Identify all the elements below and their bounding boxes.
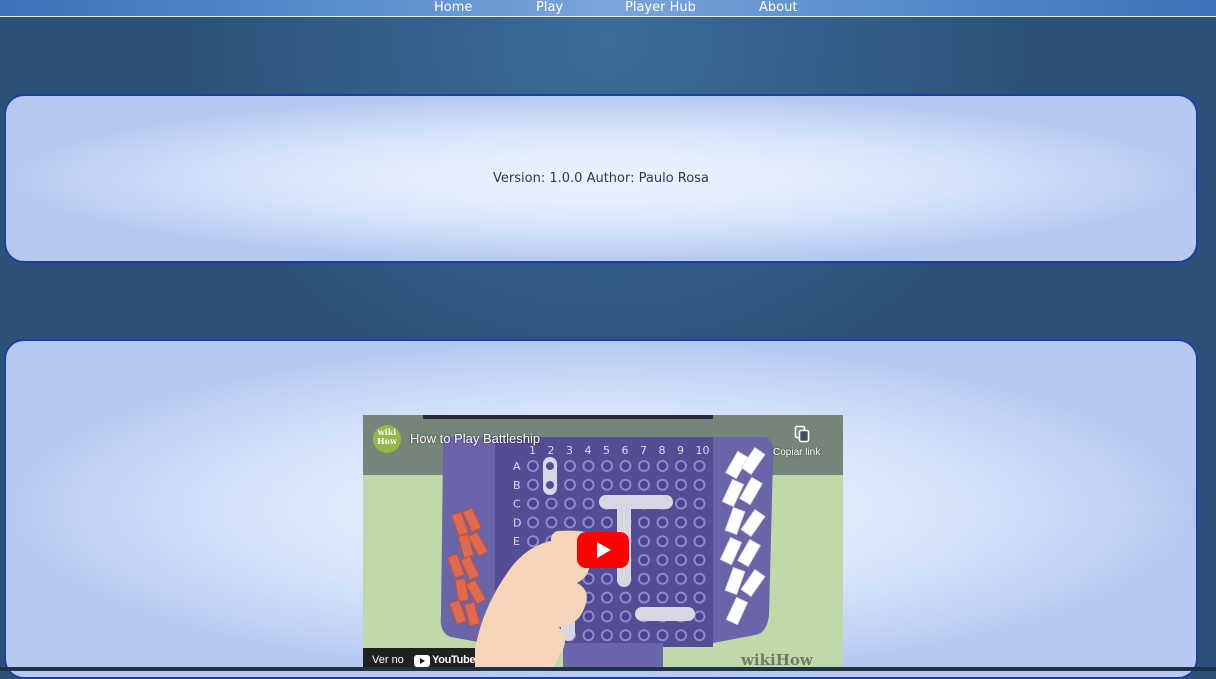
board-row-label: D: [513, 516, 521, 529]
watch-on-label: Ver no: [372, 654, 404, 666]
board-hole: [601, 572, 613, 585]
board-hole: [619, 478, 632, 491]
board-hole: [619, 629, 632, 642]
board-hole: [693, 591, 706, 604]
board-hole: [656, 554, 669, 566]
youtube-video-embed[interactable]: 1 2 3 4 5 6 7 8 9 10 ABCDE wiki How How …: [363, 415, 843, 671]
board-hole: [656, 572, 669, 585]
board-hole: [619, 610, 632, 623]
board-hole: [601, 460, 613, 472]
board-hole: [675, 460, 687, 472]
board-hole: [527, 460, 539, 472]
nav-about-link[interactable]: About: [759, 0, 797, 17]
top-nav-bar: Home Play Player Hub About: [0, 0, 1216, 17]
board-hole: [601, 478, 613, 491]
board-hole: [619, 591, 632, 604]
board-hole: [656, 629, 669, 642]
version-info-panel: Version: 1.0.0 Author: Paulo Rosa: [4, 94, 1198, 263]
board-hole: [693, 497, 706, 510]
board-hole: [656, 591, 669, 604]
board-hole: [675, 554, 687, 566]
board-hole: [638, 460, 650, 472]
board-column-label: 6: [622, 444, 629, 457]
board-column-label: 5: [603, 444, 610, 457]
board-hole: [675, 629, 687, 642]
board-hole: [582, 516, 595, 529]
board-hole: [693, 629, 706, 642]
board-hole: [601, 610, 613, 623]
board-column-label: 2: [548, 444, 555, 457]
board-hole: [638, 535, 650, 548]
board-hole: [638, 516, 650, 529]
board-hole: [545, 516, 558, 529]
board-hole: [675, 478, 687, 491]
board-hole: [564, 497, 576, 510]
board-column-label: 9: [677, 444, 684, 457]
board-hole: [638, 572, 650, 585]
board-column-label: 3: [566, 444, 573, 457]
board-hole: [693, 478, 706, 491]
board-hole: [582, 497, 595, 510]
board-hole: [693, 516, 706, 529]
version-author-text: Version: 1.0.0 Author: Paulo Rosa: [493, 171, 709, 186]
board-hole: [564, 460, 576, 472]
board-hole: [693, 610, 706, 623]
board-hole: [656, 478, 669, 491]
board-hole: [582, 610, 595, 623]
board-hole: [601, 516, 613, 529]
board-hole: [638, 554, 650, 566]
video-title[interactable]: How to Play Battleship: [410, 431, 540, 446]
board-hole: [693, 460, 706, 472]
nav-home-link[interactable]: Home: [434, 0, 472, 17]
board-hole: [693, 554, 706, 566]
board-hole: [601, 629, 613, 642]
board-hole: [656, 460, 669, 472]
board-hole: [638, 591, 650, 604]
board-hole: [527, 497, 539, 510]
board-hole: [675, 516, 687, 529]
board-hole: [545, 497, 558, 510]
nav-play-link[interactable]: Play: [536, 0, 563, 17]
board-column-label: 7: [640, 444, 647, 457]
board-row-label: B: [513, 479, 521, 492]
channel-logo-text: wiki How: [377, 427, 397, 446]
board-hole: [564, 516, 576, 529]
board-hole: [656, 516, 669, 529]
board-hole: [582, 629, 595, 642]
bottom-edge-bar: [0, 667, 1216, 671]
board-hole: [675, 572, 687, 585]
board-hole: [564, 478, 576, 491]
board-hole: [582, 478, 595, 491]
board-hole: [638, 478, 650, 491]
board-hole: [527, 478, 539, 491]
board-row-label: C: [513, 498, 521, 511]
board-hole: [619, 460, 632, 472]
board-hole: [601, 591, 613, 604]
board-hole: [582, 460, 595, 472]
board-hole: [675, 497, 687, 510]
board-hole: [675, 535, 687, 548]
copy-icon[interactable]: [794, 425, 810, 443]
board-hole: [527, 516, 539, 529]
board-column-label: 4: [585, 444, 592, 457]
board-hole: [675, 591, 687, 604]
youtube-logo-icon: [414, 655, 430, 667]
board-row-label: A: [513, 460, 521, 473]
play-button-icon[interactable]: [577, 532, 629, 568]
board-row-label: E: [513, 535, 520, 548]
copy-link-label[interactable]: Copiar link: [773, 447, 820, 458]
youtube-label: YouTube: [432, 654, 476, 666]
board-hole: [693, 572, 706, 585]
board-hole: [693, 535, 706, 548]
board-column-label: 10: [696, 444, 710, 457]
board-column-label: 8: [659, 444, 666, 457]
nav-player-hub-link[interactable]: Player Hub: [625, 0, 696, 17]
board-hole: [656, 535, 669, 548]
board-hole: [638, 629, 650, 642]
board-hole: [527, 535, 539, 548]
